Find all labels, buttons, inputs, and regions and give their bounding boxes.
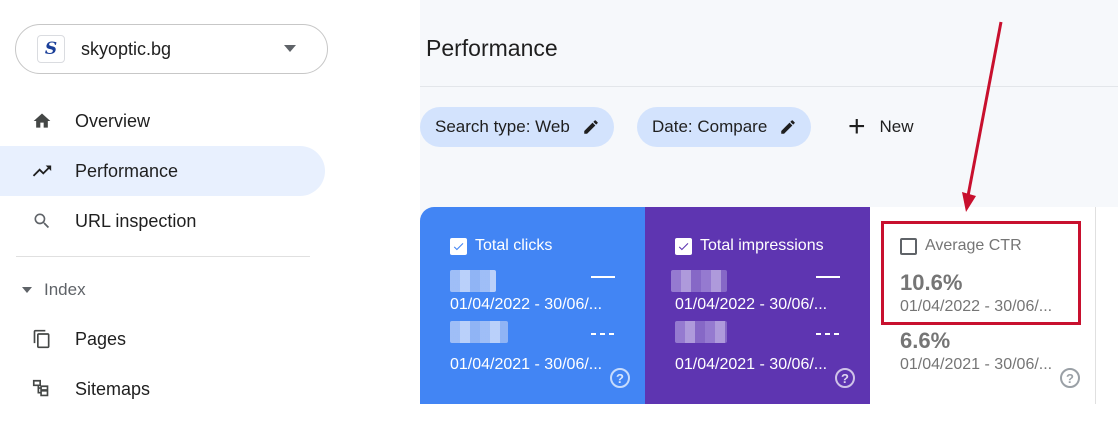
blurred-value bbox=[675, 321, 727, 343]
help-icon[interactable]: ? bbox=[835, 368, 855, 388]
sitemap-icon bbox=[30, 377, 54, 401]
card-date-previous: 01/04/2021 - 30/06/... bbox=[450, 356, 603, 373]
sidebar-item-label: Overview bbox=[75, 111, 151, 131]
property-logo: S bbox=[37, 35, 65, 63]
card-date-current: 01/04/2022 - 30/06/... bbox=[675, 296, 828, 313]
sidebar-item-label: Pages bbox=[75, 329, 127, 349]
chart-area bbox=[420, 404, 1118, 432]
sidebar-item-sitemaps[interactable]: Sitemaps bbox=[0, 364, 325, 414]
card-next-metric[interactable] bbox=[1095, 207, 1118, 404]
annotation-highlight-box bbox=[881, 221, 1081, 325]
dashed-line-legend-icon bbox=[591, 333, 615, 335]
solid-line-legend-icon bbox=[816, 276, 840, 278]
sidebar-item-label: URL inspection bbox=[75, 211, 197, 231]
ctr-value-previous: 6.6% bbox=[900, 328, 951, 353]
blurred-value bbox=[450, 270, 496, 292]
sidebar-item-pages[interactable]: Pages bbox=[0, 314, 325, 364]
property-selector[interactable]: S skyoptic.bg bbox=[15, 24, 328, 74]
trending-up-icon bbox=[30, 159, 54, 183]
filter-chip-date[interactable]: Date: Compare bbox=[637, 107, 812, 147]
search-icon bbox=[30, 209, 54, 233]
chip-label: Date: Compare bbox=[652, 117, 768, 136]
dashed-line-legend-icon bbox=[816, 333, 840, 335]
checkbox-checked-icon[interactable] bbox=[675, 237, 692, 255]
property-name: skyoptic.bg bbox=[81, 39, 172, 59]
edit-pencil-icon bbox=[582, 118, 600, 136]
blurred-value bbox=[450, 321, 508, 343]
card-total-impressions[interactable]: Total impressions 01/04/2022 - 30/06/...… bbox=[645, 207, 870, 404]
annotation-arrow-icon bbox=[962, 21, 1003, 212]
sidebar-item-label: Performance bbox=[75, 161, 179, 181]
card-date-previous: 01/04/2021 - 30/06/... bbox=[900, 356, 1053, 373]
dropdown-caret-icon bbox=[284, 45, 296, 52]
card-total-clicks[interactable]: Total clicks 01/04/2022 - 30/06/... 01/0… bbox=[420, 207, 645, 404]
sidebar-item-overview[interactable]: Overview bbox=[0, 96, 325, 146]
blurred-value bbox=[671, 270, 727, 292]
card-label: Total clicks bbox=[475, 237, 553, 254]
sidebar-divider bbox=[16, 256, 310, 257]
pages-icon bbox=[30, 327, 54, 351]
help-icon[interactable]: ? bbox=[610, 368, 630, 388]
page-title: Performance bbox=[426, 35, 558, 61]
collapse-caret-icon bbox=[22, 287, 32, 293]
sidebar-item-performance[interactable]: Performance bbox=[0, 146, 325, 196]
card-header: Total impressions bbox=[675, 237, 824, 255]
section-label: Index bbox=[44, 280, 86, 299]
solid-line-legend-icon bbox=[591, 276, 615, 278]
home-icon bbox=[30, 109, 54, 133]
edit-pencil-icon bbox=[779, 118, 797, 136]
checkbox-checked-icon[interactable] bbox=[450, 237, 467, 255]
help-icon[interactable]: ? bbox=[1060, 368, 1080, 388]
card-label: Total impressions bbox=[700, 237, 824, 254]
chip-label: Search type: Web bbox=[435, 117, 570, 136]
sidebar-item-url-inspection[interactable]: URL inspection bbox=[0, 196, 325, 246]
sidebar-section-index[interactable]: Index bbox=[22, 278, 86, 302]
plus-icon: + bbox=[848, 110, 866, 143]
card-date-current: 01/04/2022 - 30/06/... bbox=[450, 296, 603, 313]
card-date-previous: 01/04/2021 - 30/06/... bbox=[675, 356, 828, 373]
card-header: Total clicks bbox=[450, 237, 552, 255]
sidebar: S skyoptic.bg Overview Performance URL i… bbox=[0, 0, 420, 432]
sidebar-item-label: Sitemaps bbox=[75, 379, 151, 399]
filter-chip-search-type[interactable]: Search type: Web bbox=[420, 107, 614, 147]
